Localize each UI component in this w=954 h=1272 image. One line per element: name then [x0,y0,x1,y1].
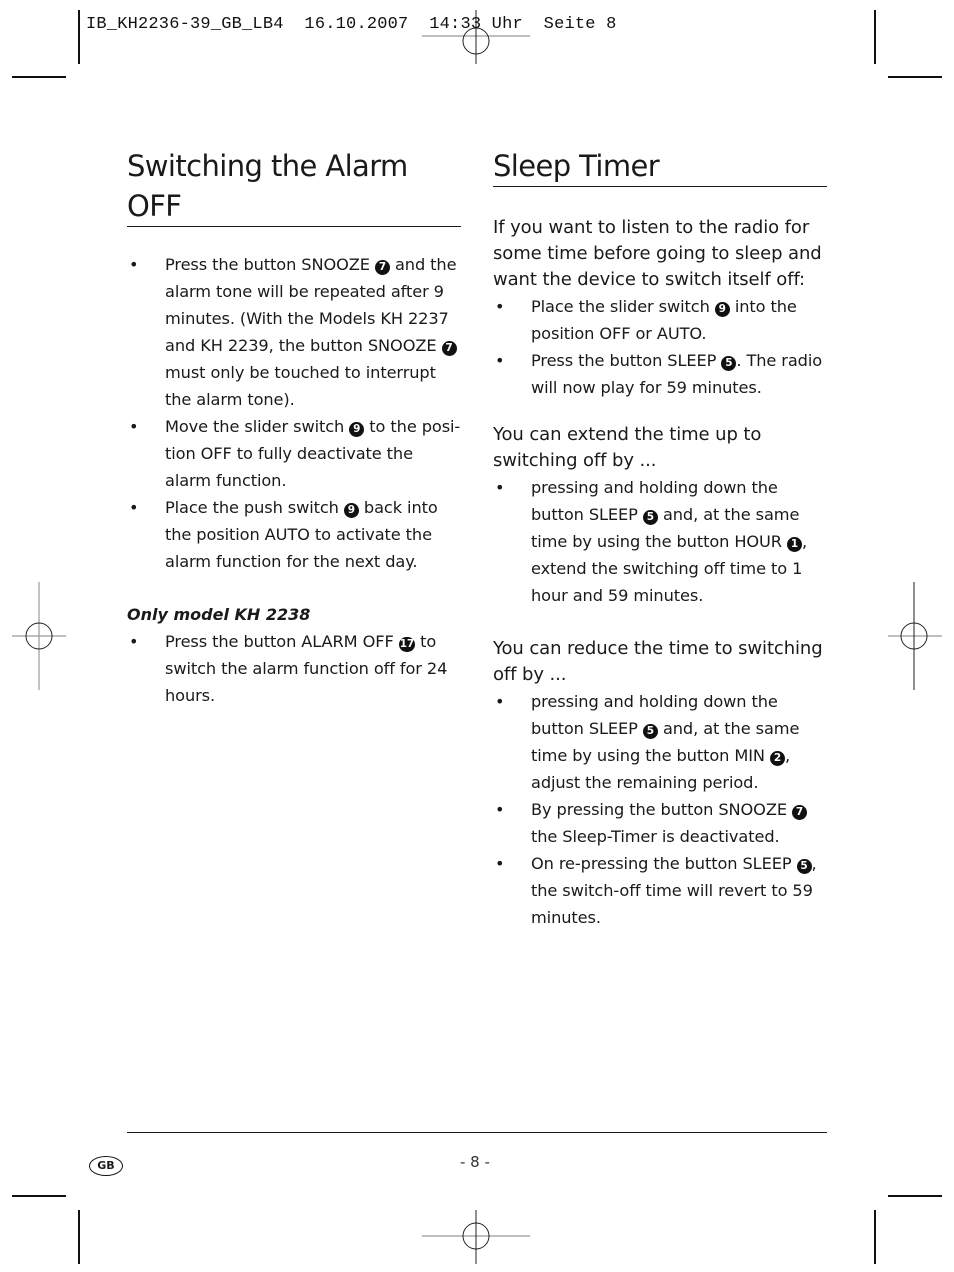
bullet-text: By pressing the button SNOOZE [531,800,792,819]
bullet-item: By pressing the button SNOOZE 7 the Slee… [493,796,827,850]
extend-heading: You can extend the time up to switching … [493,424,762,471]
language-badge: GB [89,1156,123,1176]
crop-mark [874,10,876,64]
section-title-sleep-timer: Sleep Timer [493,146,827,187]
bullet-item: pressing and holding down the button SLE… [493,688,827,796]
reference-number-badge: 5 [796,859,812,874]
bullet-item: Move the slider switch 9 to the posi-tio… [127,413,461,494]
bullet-text: On re-pressing the button SLEEP [531,854,797,873]
reference-number-badge: 7 [374,260,390,275]
registration-mark-left [12,582,66,690]
bullet-item: On re-pressing the button SLEEP 5, the s… [493,850,827,931]
right-column: Sleep Timer If you want to listen to the… [493,146,827,931]
bullet-item: Press the button SNOOZE 7 and the alarm … [127,251,461,413]
reference-number-badge: 5 [721,356,737,371]
reduce-bullets: pressing and holding down the button SLE… [493,688,827,931]
footer-rule [127,1132,827,1133]
reference-number-badge: 5 [642,724,658,739]
bullet-item: pressing and holding down the button SLE… [493,474,827,609]
bullet-text: Place the push switch [165,498,344,517]
reference-number-badge: 2 [769,751,785,766]
reference-number-badge: 7 [441,341,457,356]
bullet-text: Press the button SNOOZE [165,255,375,274]
section-title-alarm-off: Switching the Alarm OFF [127,146,461,227]
reference-number-badge: 7 [792,805,807,820]
crop-mark [12,76,66,78]
bullet-text: Press the button SLEEP [531,351,722,370]
bullet-text: the Sleep-Timer is deactivated. [531,827,780,846]
crop-mark [874,1210,876,1264]
extend-bullets: pressing and holding down the button SLE… [493,474,827,609]
reference-number-badge: 1 [787,537,802,552]
page-number: - 8 - [460,1153,490,1171]
bullet-item: Press the button ALARM OFF 17 to switch … [127,628,461,709]
crop-mark [12,1195,66,1197]
bullet-item: Press the button SLEEP 5. The radio will… [493,347,827,401]
print-slug: IB_KH2236-39_GB_LB4 16.10.2007 14:33 Uhr… [86,15,617,34]
alarm-off-bullets: Press the button SNOOZE 7 and the alarm … [127,251,461,575]
registration-mark-right [888,582,942,690]
reference-number-badge: 9 [349,422,365,437]
left-column: Switching the Alarm OFF Press the button… [127,146,461,709]
bullet-text: Press the button ALARM OFF [165,632,399,651]
bullet-text: Move the slider switch [165,417,350,436]
bullet-item: Place the slider switch 9 into the posit… [493,293,827,347]
crop-mark [78,10,80,64]
bullet-text: must only be touched to interrupt the al… [165,363,436,409]
reference-number-badge: 9 [714,302,730,317]
bullet-item: Place the push switch 9 back into the po… [127,494,461,575]
crop-mark [78,1210,80,1264]
reference-number-badge: 17 [398,637,416,652]
model-heading: Only model KH 2238 [127,605,311,624]
sleep-intro: If you want to listen to the radio for s… [493,217,822,290]
bullet-text: Place the slider switch [531,297,715,316]
reduce-heading: You can reduce the time to switching off… [493,638,823,685]
crop-mark [888,1195,942,1197]
model-bullets: Press the button ALARM OFF 17 to switch … [127,628,461,709]
reference-number-badge: 5 [642,510,658,525]
crop-mark [888,76,942,78]
registration-mark-bottom [422,1210,530,1264]
reference-number-badge: 9 [343,503,359,518]
sleep-intro-bullets: Place the slider switch 9 into the posit… [493,293,827,401]
